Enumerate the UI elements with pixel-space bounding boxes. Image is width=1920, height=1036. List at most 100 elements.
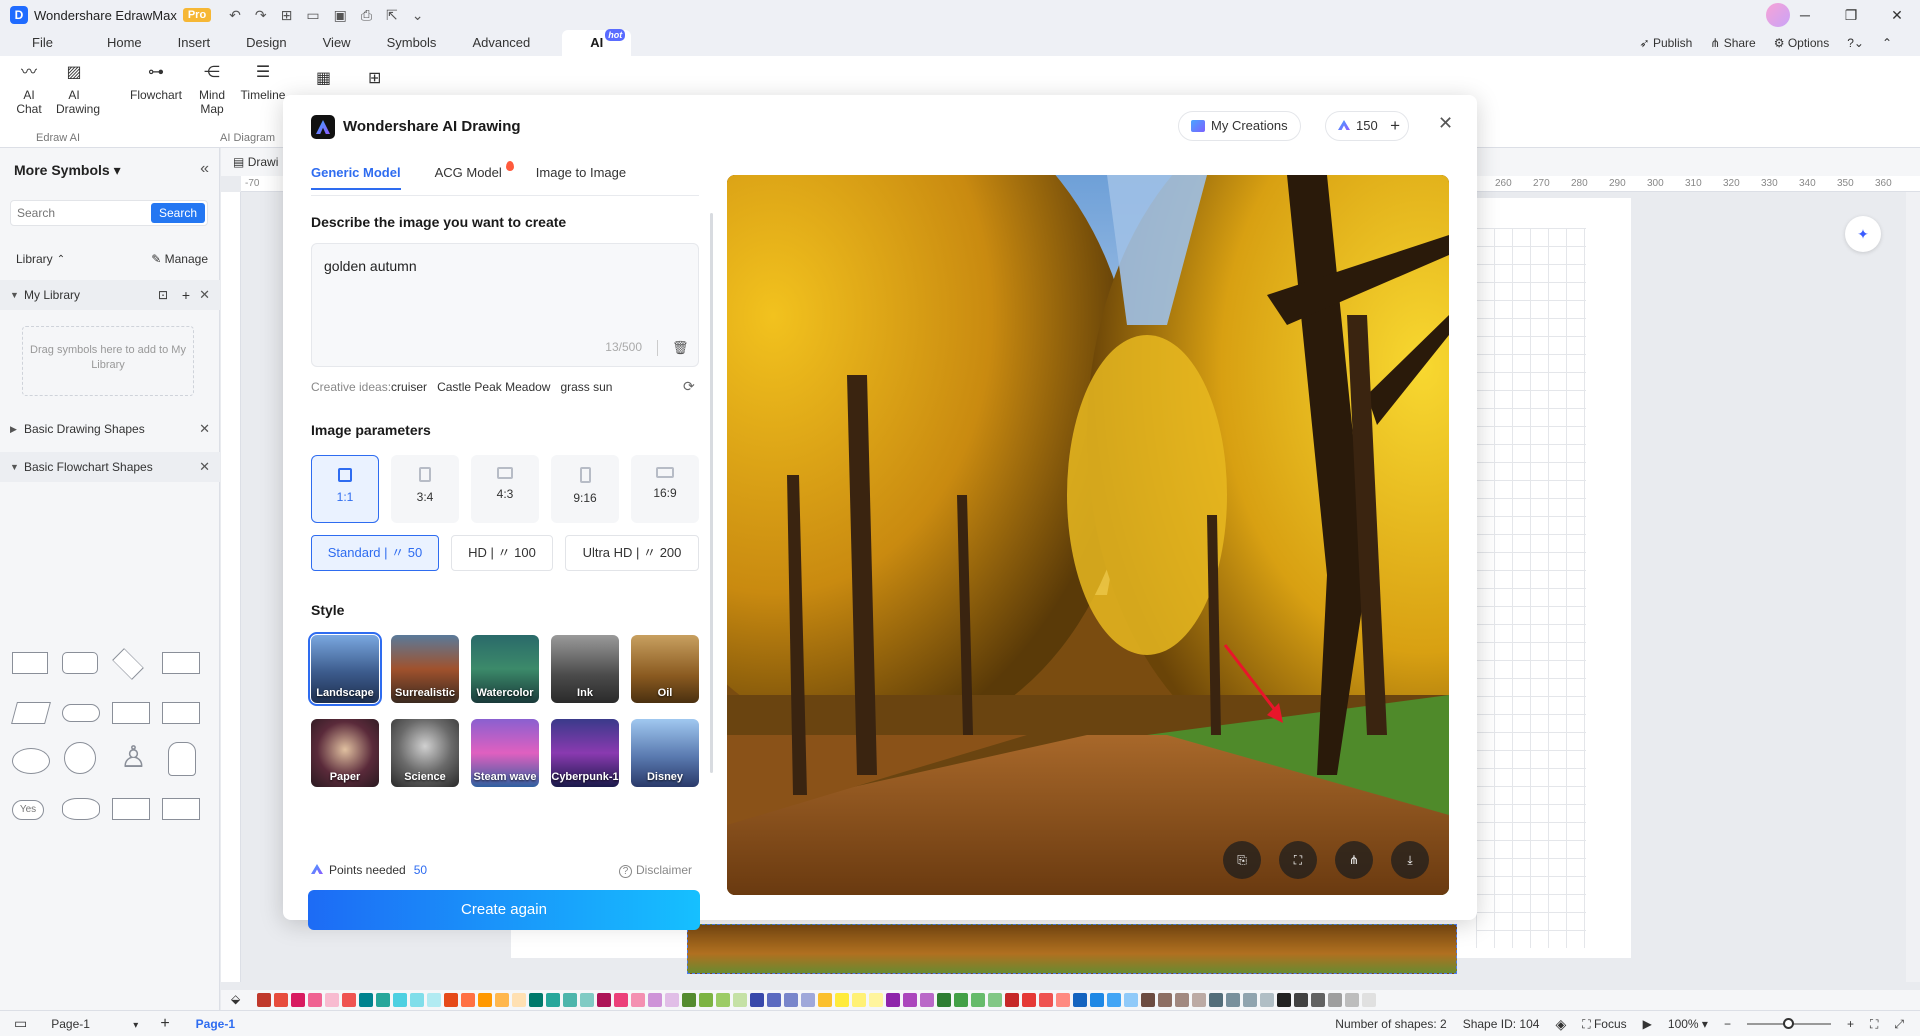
style-watercolor[interactable]: Watercolor bbox=[471, 635, 539, 703]
color-swatch[interactable] bbox=[1328, 993, 1342, 1007]
color-swatch[interactable] bbox=[1345, 993, 1359, 1007]
color-swatch[interactable] bbox=[1124, 993, 1138, 1007]
share-image-button[interactable]: ⋔ bbox=[1335, 841, 1373, 879]
list-shape[interactable] bbox=[162, 798, 200, 820]
color-swatch[interactable] bbox=[1022, 993, 1036, 1007]
idea-chip[interactable]: cruiser bbox=[391, 380, 427, 394]
menu-ai[interactable]: AI hot bbox=[562, 29, 632, 56]
add-page-icon[interactable]: + bbox=[160, 1015, 169, 1033]
quality-ultra-hd[interactable]: Ultra HD | 〃 200 bbox=[565, 535, 699, 571]
import-icon[interactable]: ⊡ bbox=[158, 288, 168, 302]
timeline-button[interactable]: ☰ Timeline bbox=[240, 56, 286, 103]
fullscreen-icon[interactable]: ⤢ bbox=[1894, 1017, 1904, 1032]
process-shape[interactable] bbox=[12, 652, 48, 674]
ai-chat-button[interactable]: 〰 AI Chat bbox=[12, 56, 46, 117]
add-points-icon[interactable]: + bbox=[1390, 112, 1400, 140]
color-swatch[interactable] bbox=[954, 993, 968, 1007]
menu-home[interactable]: Home bbox=[89, 30, 160, 56]
menu-advanced[interactable]: Advanced bbox=[454, 30, 548, 56]
add-diagram-icon[interactable]: ⊞ bbox=[368, 68, 381, 88]
open-folder-icon[interactable]: ▭ bbox=[306, 7, 319, 24]
layers-icon[interactable]: ◈ bbox=[1555, 1016, 1566, 1033]
decision-shape[interactable] bbox=[112, 648, 144, 680]
page-view-icon[interactable]: ▭ bbox=[14, 1015, 27, 1032]
style-paper[interactable]: Paper bbox=[311, 719, 379, 787]
data-shape[interactable] bbox=[11, 702, 51, 724]
color-swatch[interactable] bbox=[988, 993, 1002, 1007]
color-swatch[interactable] bbox=[1294, 993, 1308, 1007]
color-swatch[interactable] bbox=[1090, 993, 1104, 1007]
create-again-button[interactable]: Create again bbox=[308, 890, 700, 930]
style-oil[interactable]: Oil bbox=[631, 635, 699, 703]
trash-icon[interactable]: 🗑 bbox=[672, 340, 689, 356]
color-swatch[interactable] bbox=[597, 993, 611, 1007]
ai-assistant-icon[interactable]: ✦ bbox=[1845, 216, 1881, 252]
terminator-shape[interactable] bbox=[62, 704, 100, 722]
swot-icon[interactable]: ▦ bbox=[316, 68, 331, 88]
card-shape[interactable] bbox=[112, 798, 150, 820]
close-window-icon[interactable]: ✕ bbox=[1874, 7, 1920, 24]
color-swatch[interactable] bbox=[1209, 993, 1223, 1007]
minimize-icon[interactable]: ─ bbox=[1782, 7, 1828, 23]
menu-insert[interactable]: Insert bbox=[160, 30, 229, 56]
menu-design[interactable]: Design bbox=[228, 30, 304, 56]
color-swatch[interactable] bbox=[274, 993, 288, 1007]
flowchart-button[interactable]: ⊶ Flowchart bbox=[128, 56, 184, 103]
color-swatch[interactable] bbox=[1056, 993, 1070, 1007]
color-swatch[interactable] bbox=[648, 993, 662, 1007]
quality-hd[interactable]: HD | 〃 100 bbox=[451, 535, 553, 571]
ratio-9-16[interactable]: 9:16 bbox=[551, 455, 619, 523]
color-swatch[interactable] bbox=[512, 993, 526, 1007]
color-swatch[interactable] bbox=[359, 993, 373, 1007]
my-creations-button[interactable]: My Creations bbox=[1178, 111, 1301, 141]
tab-image-to-image[interactable]: Image to Image bbox=[536, 165, 626, 190]
prompt-input[interactable]: golden autumn 13/500 🗑 bbox=[311, 243, 699, 367]
export-icon[interactable]: ⇱ bbox=[386, 7, 398, 24]
quality-standard[interactable]: Standard | 〃 50 bbox=[311, 535, 439, 571]
inserted-image[interactable] bbox=[687, 924, 1457, 974]
basic-drawing-shapes-row[interactable]: ▶ Basic Drawing Shapes ✕ bbox=[0, 414, 220, 444]
color-swatch[interactable] bbox=[342, 993, 356, 1007]
my-library-row[interactable]: ▼ My Library ⊡ + ✕ bbox=[0, 280, 220, 310]
close-icon[interactable]: ✕ bbox=[199, 287, 210, 303]
color-swatch[interactable] bbox=[733, 993, 747, 1007]
zoom-out-icon[interactable]: − bbox=[1724, 1017, 1731, 1031]
color-swatch[interactable] bbox=[903, 993, 917, 1007]
style-landscape[interactable]: Landscape bbox=[308, 632, 382, 706]
zoom-in-icon[interactable]: + bbox=[1847, 1017, 1854, 1031]
yes-shape[interactable]: Yes bbox=[12, 800, 44, 820]
mind-map-button[interactable]: ⋲ Mind Map bbox=[196, 56, 228, 117]
style-cyberpunk[interactable]: Cyberpunk-1 bbox=[551, 719, 619, 787]
color-swatch[interactable] bbox=[835, 993, 849, 1007]
collapse-ribbon-icon[interactable]: ⌃ bbox=[1882, 36, 1892, 50]
person-shape[interactable] bbox=[168, 742, 196, 776]
color-swatch[interactable] bbox=[971, 993, 985, 1007]
color-swatch[interactable] bbox=[920, 993, 934, 1007]
idea-chip[interactable]: grass sun bbox=[560, 380, 612, 394]
color-swatch[interactable] bbox=[767, 993, 781, 1007]
basic-flowchart-shapes-row[interactable]: ▼ Basic Flowchart Shapes ✕ bbox=[0, 452, 220, 482]
color-swatch[interactable] bbox=[1311, 993, 1325, 1007]
focus-button[interactable]: ⛶ Focus bbox=[1582, 1017, 1626, 1032]
undo-icon[interactable]: ↶ bbox=[229, 7, 241, 24]
collapse-panel-icon[interactable]: « bbox=[200, 160, 209, 178]
share-button[interactable]: ⋔ Share bbox=[1710, 36, 1755, 50]
menu-file[interactable]: File bbox=[14, 30, 71, 56]
page-tab[interactable]: Page-1 bbox=[196, 1017, 235, 1031]
color-swatch[interactable] bbox=[614, 993, 628, 1007]
color-swatch[interactable] bbox=[784, 993, 798, 1007]
fill-bucket-icon[interactable]: ⬙ bbox=[231, 992, 240, 1006]
color-swatch[interactable] bbox=[1260, 993, 1274, 1007]
ratio-16-9[interactable]: 16:9 bbox=[631, 455, 699, 523]
zoom-slider[interactable] bbox=[1746, 1018, 1831, 1029]
add-icon[interactable]: + bbox=[182, 287, 190, 303]
color-swatch[interactable] bbox=[1226, 993, 1240, 1007]
actor-shape[interactable]: ♙ bbox=[120, 740, 147, 775]
ratio-4-3[interactable]: 4:3 bbox=[471, 455, 539, 523]
color-swatch[interactable] bbox=[1192, 993, 1206, 1007]
insert-to-canvas-button[interactable]: ⎘ bbox=[1223, 841, 1261, 879]
maximize-icon[interactable]: ❐ bbox=[1828, 7, 1874, 24]
tab-generic-model[interactable]: Generic Model bbox=[311, 165, 401, 190]
color-swatch[interactable] bbox=[852, 993, 866, 1007]
style-steam-wave[interactable]: Steam wave bbox=[471, 719, 539, 787]
